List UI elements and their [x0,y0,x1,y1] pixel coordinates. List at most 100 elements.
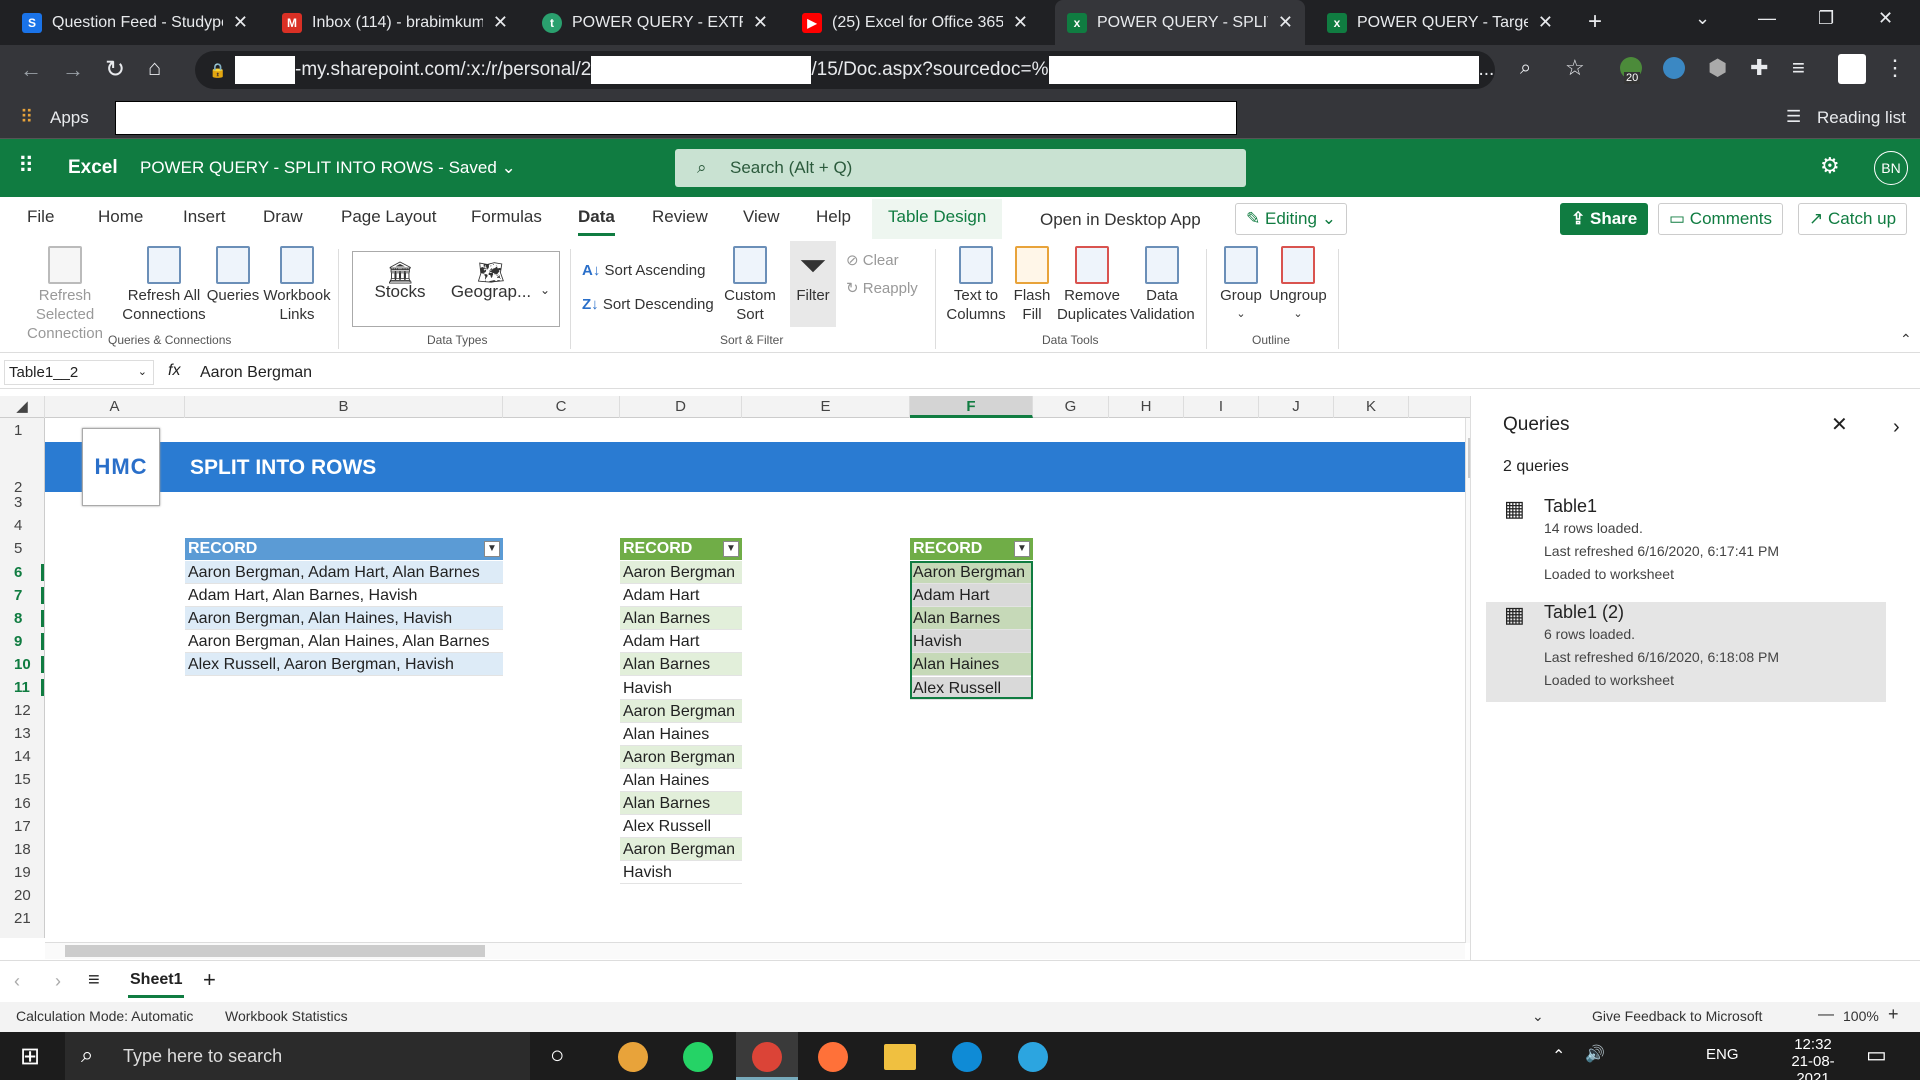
tab-page-layout[interactable]: Page Layout [341,207,436,227]
horizontal-scrollbar[interactable] [45,942,1465,959]
row-header[interactable]: 8 [0,609,44,627]
extension-icon[interactable] [1663,57,1685,79]
filter-dropdown-icon[interactable]: ▼ [484,541,500,557]
column-header[interactable]: D [620,396,742,418]
tab-insert[interactable]: Insert [183,207,226,227]
name-box[interactable]: Table1__2 ⌄ [4,360,154,385]
row-header[interactable]: 12 [0,702,44,719]
share-button[interactable]: ⇪ Share [1560,203,1649,235]
edge-icon[interactable] [952,1042,982,1072]
select-all-corner[interactable]: ◢ [0,396,45,418]
table-cell[interactable]: Adam Hart [620,630,742,654]
table-cell[interactable]: Alan Barnes [620,653,742,677]
row-header[interactable]: 3 [0,494,44,511]
table-cell[interactable]: Alan Barnes [620,792,742,815]
table-cell[interactable]: Havish [620,676,742,700]
editing-mode-button[interactable]: ✎ Editing ⌄ [1235,203,1347,235]
custom-sort-button[interactable]: Custom Sort [722,246,778,324]
tab-search-icon[interactable]: ⌄ [1695,8,1710,29]
calculation-mode[interactable]: Calculation Mode: Automatic [16,1008,193,1024]
tab-review[interactable]: Review [652,207,708,227]
chrome-taskbar-item[interactable] [736,1032,798,1080]
zoom-in-icon[interactable]: + [1888,1004,1899,1025]
tab-draw[interactable]: Draw [263,207,303,227]
table-cell[interactable]: Aaron Bergman, Alan Haines, Alan Barnes [185,630,503,654]
browser-tab[interactable]: tPOWER QUERY - EXTRACT✕ [530,0,780,45]
refresh-all-button[interactable]: Refresh All Connections [122,246,206,324]
sheet-list-icon[interactable]: ≡ [88,969,100,992]
cortana-icon[interactable]: ○ [550,1042,565,1070]
more-menu-icon[interactable]: ⋮ [1884,55,1906,81]
filter-dropdown-icon[interactable]: ▼ [1014,541,1030,557]
file-explorer-icon[interactable] [884,1044,916,1070]
table-cell[interactable]: Aaron Bergman [620,745,742,769]
reapply-button[interactable]: ↻ Reapply [846,279,918,298]
workbook-links-button[interactable]: Workbook Links [262,246,332,324]
reading-list-icon[interactable]: ☰ [1786,107,1801,127]
apps-grid-icon[interactable]: ⠿ [20,107,33,128]
filter-button[interactable]: ⏷ Filter [790,241,836,327]
function-icon[interactable]: fx [168,362,180,380]
row-header[interactable]: 7 [0,586,44,604]
column-header[interactable]: B [185,396,503,418]
reload-icon[interactable]: ↻ [105,55,125,84]
table3-header[interactable]: RECORD ▼ [910,538,1033,560]
clock[interactable]: 12:32 21-08-2021 [1778,1036,1848,1087]
browser-tab[interactable]: SQuestion Feed - Studypool✕ [10,0,260,45]
browser-tab[interactable]: ▶ (25) Excel for Office 365 ✕ [790,0,1040,45]
table2-header[interactable]: RECORD ▼ [620,538,742,560]
flash-fill-button[interactable]: Flash Fill [1012,246,1052,324]
restore-icon[interactable]: ❐ [1818,8,1834,29]
telegram-icon[interactable] [1018,1042,1048,1072]
row-header[interactable]: 5 [0,540,44,557]
prev-sheet-icon[interactable]: ‹ [14,971,20,992]
table-cell[interactable]: Alan Haines [620,722,742,746]
zoom-icon[interactable]: ⌕ [1520,57,1531,80]
group-button[interactable]: Group ⌄ [1215,246,1267,324]
close-tab-icon[interactable]: ✕ [1538,12,1553,33]
forward-icon[interactable]: → [62,57,84,83]
table1-header[interactable]: RECORD ▼ [185,538,503,560]
remove-duplicates-button[interactable]: Remove Duplicates [1056,246,1128,324]
user-avatar[interactable]: BN [1874,151,1908,185]
table-cell[interactable]: Alex Russell, Aaron Bergman, Havish [185,653,503,677]
app-launcher-icon[interactable]: ⠿ [18,153,34,179]
column-header[interactable]: A [45,396,185,418]
media-control-icon[interactable]: ≡ [1792,55,1805,81]
chevron-right-icon[interactable]: › [1893,416,1900,439]
tab-table-design[interactable]: Table Design [872,199,1003,239]
close-tab-icon[interactable]: ✕ [753,12,768,33]
close-window-icon[interactable]: ✕ [1878,8,1893,29]
column-header[interactable]: G [1033,396,1109,418]
open-desktop-app-button[interactable]: Open in Desktop App [1040,210,1201,230]
table-cell[interactable]: Aaron Bergman [620,699,742,723]
browser-tab[interactable]: M Inbox (114) - brabimkumar ✕ [270,0,520,45]
row-header[interactable]: 21 [0,910,44,927]
table-cell[interactable]: Aaron Bergman [620,838,742,862]
add-sheet-icon[interactable]: + [203,967,216,993]
profile-avatar[interactable] [1838,54,1866,84]
table-cell[interactable]: Adam Hart, Alan Barnes, Havish [185,584,503,608]
zoom-level[interactable]: 100% [1843,1008,1879,1024]
row-header[interactable]: 16 [0,795,44,812]
stocks-button[interactable]: 🏛 Stocks [360,262,440,302]
tab-file[interactable]: File [27,207,54,227]
puzzle-extensions-icon[interactable]: ✚ [1750,55,1768,81]
scroll-thumb[interactable] [65,945,485,957]
browser-tab[interactable]: x POWER QUERY - Target ✕ [1315,0,1565,45]
close-tab-icon[interactable]: ✕ [233,12,248,33]
document-title[interactable]: POWER QUERY - SPLIT INTO ROWS - Saved ⌄ [140,158,516,178]
table-cell[interactable]: Aaron Bergman, Adam Hart, Alan Barnes [185,561,503,584]
zoom-out-icon[interactable]: — [1818,1006,1834,1024]
app-icon[interactable] [618,1042,648,1072]
row-header[interactable]: 18 [0,841,44,858]
tab-view[interactable]: View [743,207,780,227]
comments-button[interactable]: ▭ Comments [1658,203,1783,235]
sheet-tab[interactable]: Sheet1 [128,971,185,998]
chevron-down-icon[interactable]: ⌄ [1532,1008,1544,1025]
language-indicator[interactable]: ENG [1706,1046,1739,1063]
tray-icons[interactable]: 🔊 [1585,1044,1605,1064]
whatsapp-icon[interactable] [683,1042,713,1072]
clear-filter-button[interactable]: ⊘ Clear [846,251,899,270]
collapse-ribbon-icon[interactable]: ⌃ [1900,331,1912,348]
